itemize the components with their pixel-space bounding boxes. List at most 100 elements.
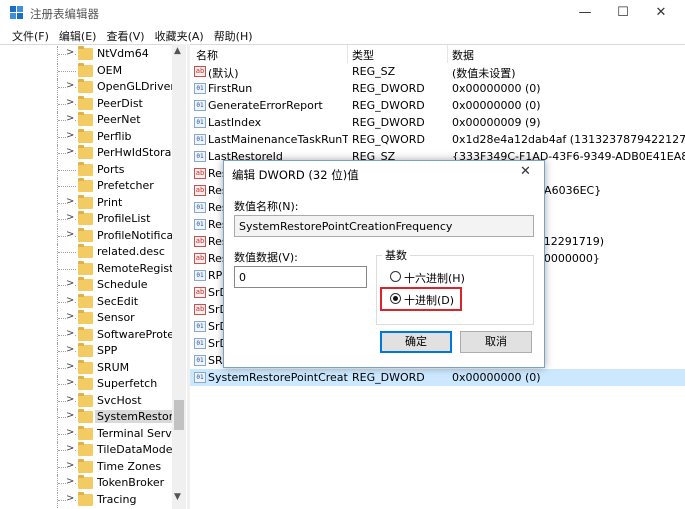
tree-item-label[interactable]: TileDataModel xyxy=(97,443,176,456)
tree-item[interactable]: > TokenBroker xyxy=(0,475,172,491)
value-row[interactable]: ab (默认) REG_SZ (数值未设置) xyxy=(190,63,685,80)
cancel-button[interactable]: 取消 xyxy=(460,331,532,353)
tree-item[interactable]: > ProfileNotificati xyxy=(0,227,181,244)
hex-radio[interactable] xyxy=(390,271,401,282)
tree-item-label[interactable]: ProfileNotificati xyxy=(97,229,181,242)
tree-item[interactable]: > NtVdm64 xyxy=(0,46,172,62)
tree-item[interactable]: > SecEdit xyxy=(0,293,172,310)
tree-item[interactable]: > PerHwIdStorag xyxy=(0,145,178,161)
tree-item-label[interactable]: Prefetcher xyxy=(97,179,154,192)
tree-item-label[interactable]: SoftwareProtec xyxy=(97,328,180,341)
value-row[interactable]: 01 GenerateErrorReport REG_DWORD 0x00000000… xyxy=(190,97,685,114)
header-name[interactable]: 名称 xyxy=(196,47,218,63)
tree-item-label[interactable]: SRUM xyxy=(97,361,129,374)
minimize-button[interactable]: — xyxy=(566,0,604,26)
tree-item-label[interactable]: SvcHost xyxy=(97,394,142,407)
tree-item[interactable]: > Terminal Server xyxy=(0,425,183,442)
tree-item-label[interactable]: PerHwIdStorag xyxy=(97,146,178,159)
menu-favorites[interactable]: 收藏夹(A) xyxy=(151,26,208,44)
tree-item-label[interactable]: Superfetch xyxy=(97,377,157,390)
header-type[interactable]: 类型 xyxy=(352,47,374,63)
tree-item[interactable]: > SRUM xyxy=(0,359,172,376)
expand-chevron-icon[interactable]: > xyxy=(66,146,75,157)
dialog-close-icon[interactable]: ✕ xyxy=(520,164,531,179)
tree-item-label[interactable]: Print xyxy=(97,196,122,209)
tree-item[interactable]: > Perflib xyxy=(0,128,172,145)
expand-chevron-icon[interactable]: > xyxy=(66,459,75,471)
tree-item-label[interactable]: Tracing xyxy=(97,493,136,506)
tree-item-label[interactable]: related.desc xyxy=(97,245,165,258)
tree-item-label[interactable]: OpenGLDrivers xyxy=(97,80,181,93)
tree-item[interactable]: > Superfetch xyxy=(0,376,172,392)
key-tree[interactable]: > NtVdm64 OEM > OpenGLDrivers > PeerDist > PeerN… xyxy=(0,44,186,509)
tree-item[interactable]: OEM xyxy=(0,62,172,79)
scroll-down-icon[interactable]: ▼ xyxy=(174,492,181,502)
tree-item[interactable]: > PeerDist xyxy=(0,95,172,112)
expand-chevron-icon[interactable]: > xyxy=(66,426,75,438)
value-row[interactable]: 01 LastIndex REG_DWORD 0x00000009 (9) xyxy=(190,114,685,131)
tree-item[interactable]: related.desc xyxy=(0,244,172,260)
expand-chevron-icon[interactable]: > xyxy=(66,393,75,405)
scroll-up-icon[interactable]: ▲ xyxy=(174,46,181,56)
tree-item[interactable]: > SvcHost xyxy=(0,392,172,409)
tree-item[interactable]: > Schedule xyxy=(0,277,172,293)
tree-item-label[interactable]: Schedule xyxy=(97,278,148,291)
tree-item-label[interactable]: Terminal Server xyxy=(97,427,183,440)
tree-item[interactable]: > ProfileList xyxy=(0,211,172,227)
expand-chevron-icon[interactable]: > xyxy=(66,410,75,421)
tree-item[interactable]: > Print xyxy=(0,194,172,211)
expand-chevron-icon[interactable]: > xyxy=(66,443,75,454)
expand-chevron-icon[interactable]: > xyxy=(66,360,75,372)
tree-item-label[interactable]: PeerDist xyxy=(97,97,143,110)
expand-chevron-icon[interactable]: > xyxy=(66,311,75,322)
tree-item-label[interactable]: Time Zones xyxy=(97,460,161,473)
tree-item-label[interactable]: Perflib xyxy=(97,130,132,143)
expand-chevron-icon[interactable]: > xyxy=(66,113,75,124)
tree-item-label[interactable]: TokenBroker xyxy=(97,476,164,489)
expand-chevron-icon[interactable]: > xyxy=(66,47,75,58)
tree-item-label[interactable]: ProfileList xyxy=(97,212,150,225)
maximize-button[interactable]: ☐ xyxy=(604,0,642,26)
value-row[interactable]: 01 SystemRestorePointCreati... REG_DWORD 0x… xyxy=(190,369,685,386)
tree-item[interactable]: > Tracing xyxy=(0,491,172,508)
expand-chevron-icon[interactable]: > xyxy=(66,96,75,108)
tree-item-label[interactable]: Sensor xyxy=(97,311,135,324)
expand-chevron-icon[interactable]: > xyxy=(66,212,75,223)
tree-scrollbar[interactable]: ▲ ▼ xyxy=(172,44,186,509)
header-divider[interactable] xyxy=(447,45,448,63)
tree-item[interactable]: > PeerNet xyxy=(0,112,172,128)
tree-item[interactable]: > Sensor xyxy=(0,310,172,326)
value-row[interactable]: 01 FirstRun REG_DWORD 0x00000000 (0) xyxy=(190,80,685,97)
ok-button[interactable]: 确定 xyxy=(380,331,452,353)
value-data-input[interactable]: 0 xyxy=(234,266,367,288)
expand-chevron-icon[interactable]: > xyxy=(66,327,75,339)
tree-item[interactable]: > TileDataModel xyxy=(0,442,176,458)
tree-item-label[interactable]: SecEdit xyxy=(97,295,138,308)
expand-chevron-icon[interactable]: > xyxy=(66,476,75,487)
tree-item[interactable]: > SoftwareProtec xyxy=(0,326,180,343)
menu-view[interactable]: 查看(V) xyxy=(102,26,148,44)
value-row[interactable]: 01 LastMainenanceTaskRunTi... REG_QWORD 0x1… xyxy=(190,131,685,148)
menu-help[interactable]: 帮助(H) xyxy=(210,26,257,44)
tree-item-label[interactable]: PeerNet xyxy=(97,113,141,126)
expand-chevron-icon[interactable]: > xyxy=(66,80,75,91)
expand-chevron-icon[interactable]: > xyxy=(66,294,75,306)
tree-item[interactable]: > SPP xyxy=(0,343,172,359)
header-divider[interactable] xyxy=(347,45,348,63)
tree-item-label[interactable]: OEM xyxy=(97,64,122,77)
tree-item-label[interactable]: NtVdm64 xyxy=(97,47,149,60)
expand-chevron-icon[interactable]: > xyxy=(66,377,75,388)
expand-chevron-icon[interactable]: > xyxy=(66,278,75,289)
expand-chevron-icon[interactable]: > xyxy=(66,228,75,240)
tree-item-label[interactable]: SystemRestore xyxy=(95,410,182,423)
header-data[interactable]: 数据 xyxy=(452,47,474,63)
tree-item[interactable]: > OpenGLDrivers xyxy=(0,79,181,95)
tree-item[interactable]: Prefetcher xyxy=(0,178,172,194)
tree-item[interactable]: > Time Zones xyxy=(0,458,172,475)
tree-item-label[interactable]: SPP xyxy=(97,344,117,357)
tree-item[interactable]: > SystemRestore xyxy=(0,409,182,425)
expand-chevron-icon[interactable]: > xyxy=(66,129,75,141)
expand-chevron-icon[interactable]: > xyxy=(66,492,75,504)
tree-item[interactable]: Ports xyxy=(0,161,172,178)
expand-chevron-icon[interactable]: > xyxy=(66,344,75,355)
